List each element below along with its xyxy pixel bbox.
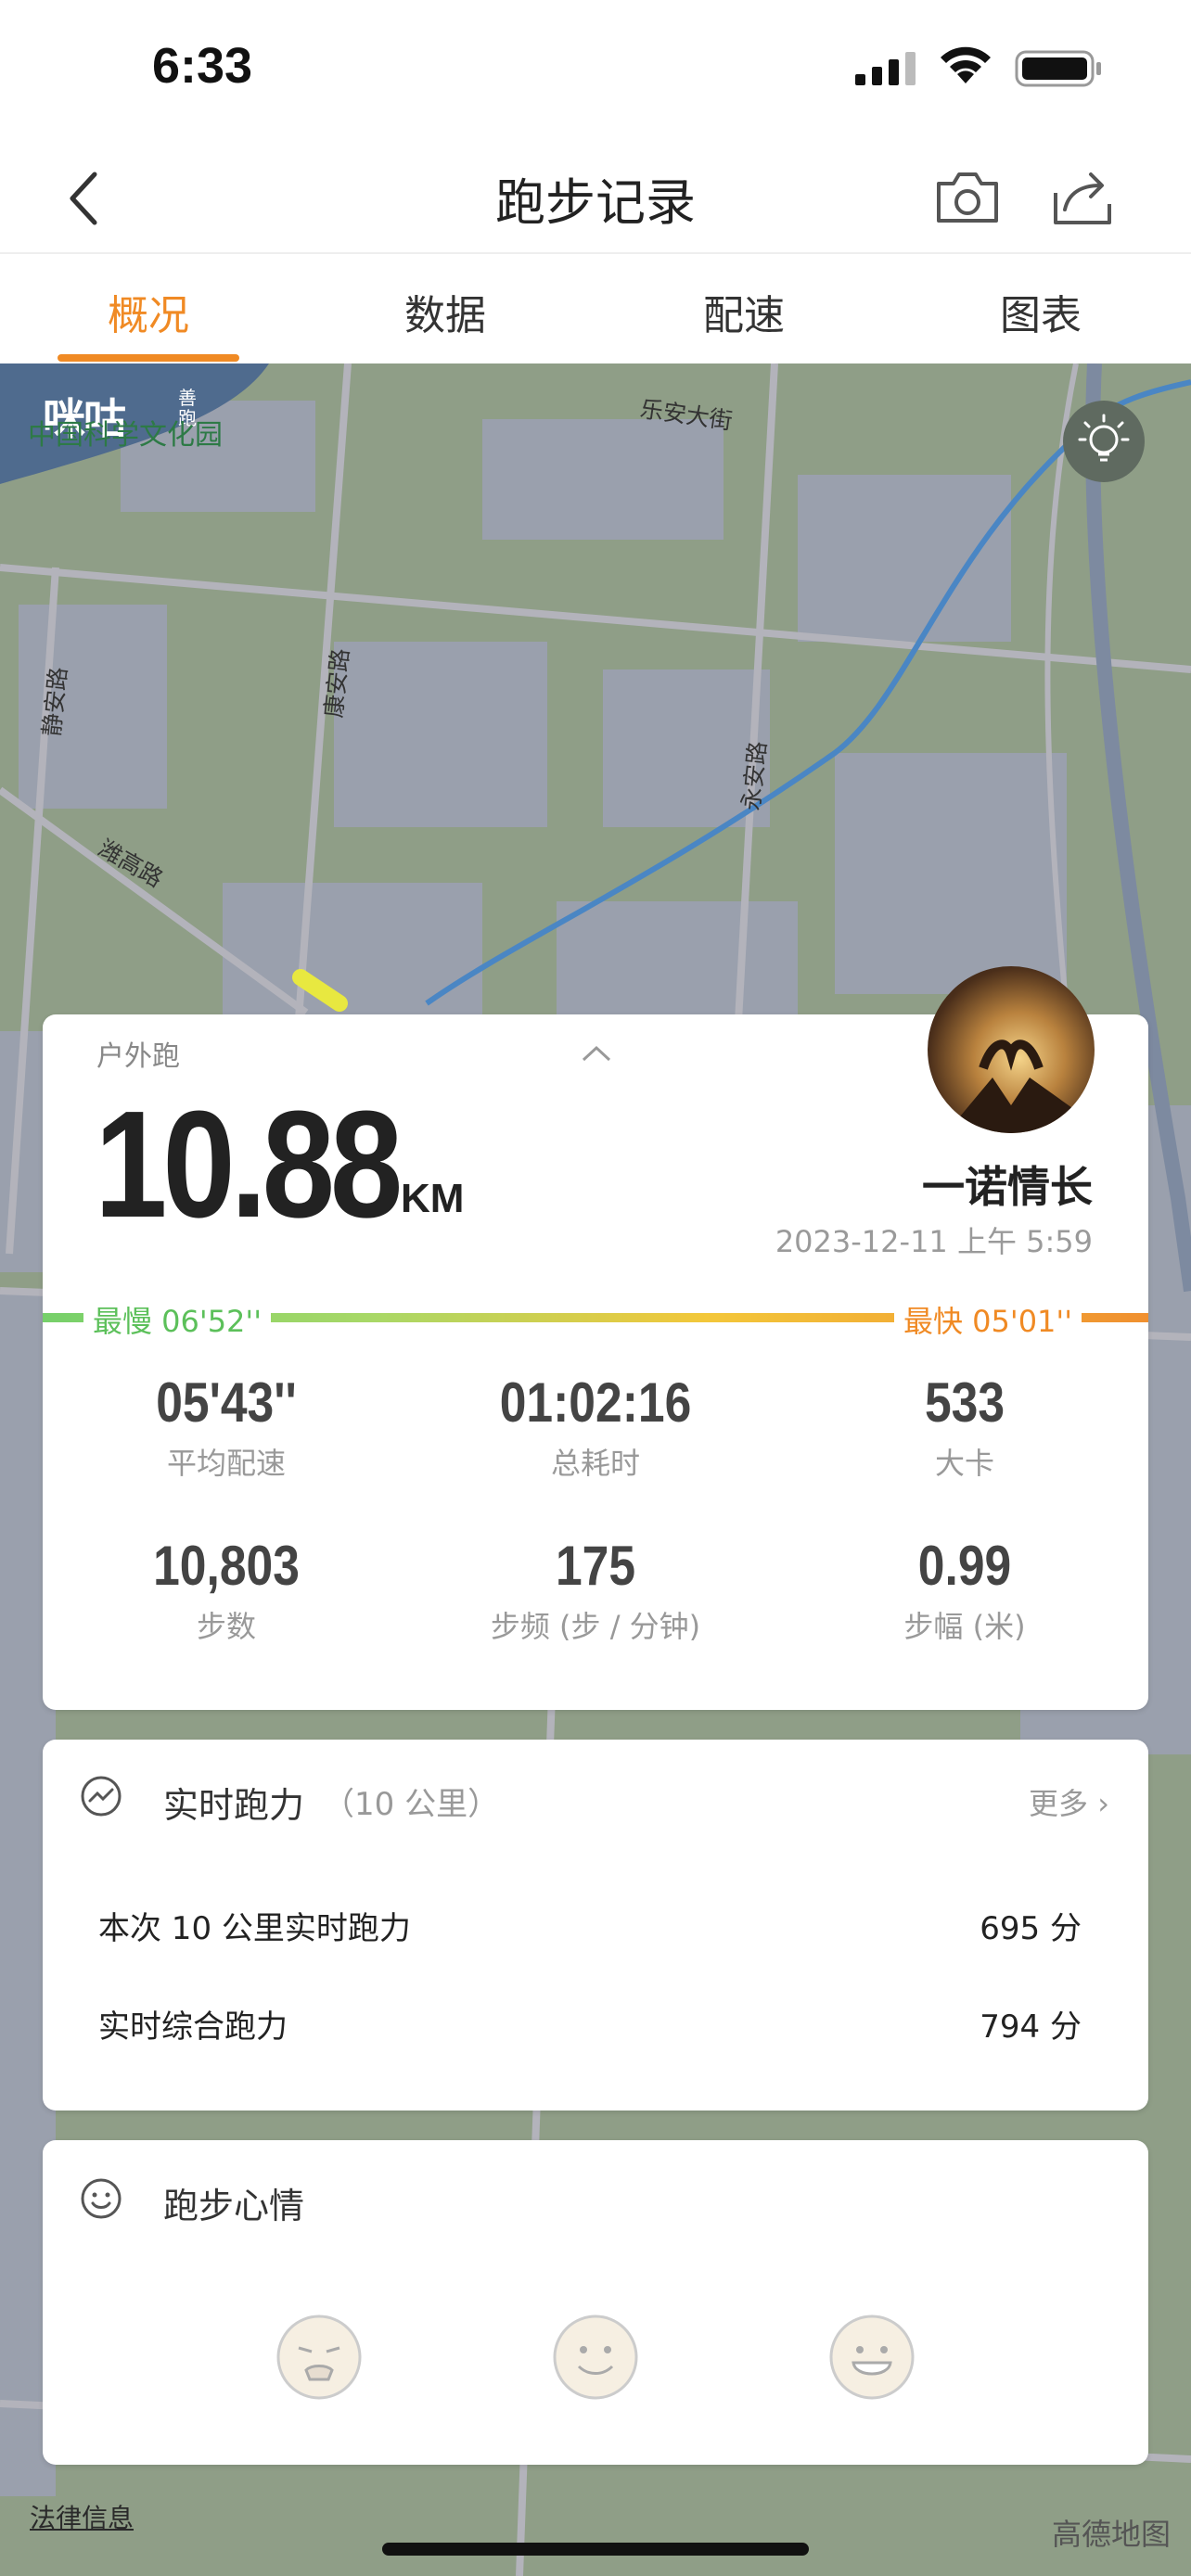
power-row-value: 695 分 — [980, 1910, 1082, 1947]
stat-label: 步频 (步 / 分钟) — [490, 1609, 701, 1644]
smiley-icon — [81, 2178, 122, 2219]
power-row-value: 794 分 — [980, 2009, 1082, 2046]
running-mood-card: 跑步心情 — [43, 2140, 1148, 2465]
map-credit: 高德地图 — [1052, 2517, 1172, 2552]
tired-face-icon[interactable] — [275, 2313, 364, 2402]
wifi-icon — [941, 46, 991, 83]
tab-pace[interactable]: 配速 — [651, 282, 837, 341]
power-more-link[interactable]: 更多 › — [1029, 1780, 1109, 1823]
run-datetime: 2023-12-11 上午 5:59 — [775, 1224, 1093, 1259]
nav-bar: 跑步记录 — [0, 139, 1191, 254]
cellular-signal-icon — [855, 52, 916, 85]
share-button[interactable] — [1048, 163, 1117, 228]
run-summary-card: 户外跑 10.88 KM 一诺情长 2023-12-11 上午 5:59 最慢 … — [43, 966, 1148, 1710]
heart-hands-image — [946, 1039, 1095, 1133]
stat-total-time: 01:02:16 总耗时 — [456, 1371, 735, 1483]
chevron-up-icon[interactable] — [581, 1044, 612, 1063]
stat-stride: 0.99 步幅 (米) — [826, 1534, 1104, 1646]
legal-info-link[interactable]: 法律信息 — [30, 2498, 134, 2535]
map-brightness-button[interactable] — [1063, 401, 1145, 482]
stat-label: 大卡 — [934, 1446, 994, 1481]
stat-avg-pace: 05'43'' 平均配速 — [87, 1371, 365, 1483]
stat-value: 175 — [555, 1535, 636, 1597]
stat-steps: 10,803 步数 — [87, 1534, 365, 1646]
calm-face-icon[interactable] — [551, 2313, 640, 2402]
tab-overview[interactable]: 概况 — [56, 282, 241, 341]
active-tab-indicator — [58, 354, 239, 362]
home-indicator — [382, 2543, 809, 2556]
camera-button[interactable] — [933, 163, 1002, 228]
pace-range-bar: 最慢 06'52'' 最快 05'01'' — [43, 1298, 1148, 1341]
tab-bar: 概况 数据 配速 图表 — [0, 254, 1191, 363]
run-type-label: 户外跑 — [96, 1040, 180, 1073]
status-bar: 6:33 — [0, 0, 1191, 139]
stat-value: 05'43'' — [156, 1371, 297, 1434]
power-row-label: 实时综合跑力 — [98, 2009, 288, 2046]
stat-value: 0.99 — [917, 1535, 1012, 1597]
stat-calories: 533 大卡 — [826, 1371, 1104, 1483]
username: 一诺情长 — [922, 1162, 1093, 1212]
lightbulb-icon — [1078, 414, 1130, 462]
fastest-pace-label: 最快 05'01'' — [894, 1298, 1082, 1341]
share-icon — [1054, 172, 1111, 224]
stat-cadence: 175 步频 (步 / 分钟) — [456, 1534, 735, 1646]
distance-value: 10.88 — [95, 1079, 403, 1249]
stat-value: 533 — [924, 1371, 1005, 1434]
battery-icon — [1015, 50, 1101, 87]
stat-label: 步数 — [196, 1609, 256, 1644]
slowest-pace-label: 最慢 06'52'' — [83, 1298, 272, 1341]
stat-value: 01:02:16 — [499, 1371, 692, 1434]
stat-label: 总耗时 — [550, 1446, 640, 1481]
mood-title: 跑步心情 — [163, 2186, 305, 2226]
tab-chart[interactable]: 图表 — [948, 282, 1133, 341]
tab-data[interactable]: 数据 — [352, 282, 538, 341]
happy-face-icon[interactable] — [827, 2313, 916, 2402]
distance-unit: KM — [401, 1176, 465, 1221]
stat-label: 步幅 (米) — [903, 1609, 1026, 1644]
trend-chart-icon — [81, 1776, 122, 1817]
status-time: 6:33 — [152, 38, 253, 94]
camera-icon — [937, 172, 998, 223]
back-button[interactable] — [58, 165, 113, 230]
power-title: 实时跑力 — [163, 1785, 305, 1826]
stat-value: 10,803 — [153, 1535, 300, 1597]
page-title: 跑步记录 — [495, 173, 696, 232]
map-poi-label: 中国科学文化园 — [28, 419, 223, 452]
avatar[interactable] — [928, 966, 1095, 1133]
chevron-left-icon — [70, 172, 97, 225]
running-power-card: 实时跑力 （10 公里） 更多 › 本次 10 公里实时跑力 695 分 实时综… — [43, 1740, 1148, 2111]
stat-label: 平均配速 — [166, 1446, 286, 1481]
power-subtitle: （10 公里） — [323, 1786, 500, 1823]
power-row-label: 本次 10 公里实时跑力 — [98, 1910, 411, 1947]
